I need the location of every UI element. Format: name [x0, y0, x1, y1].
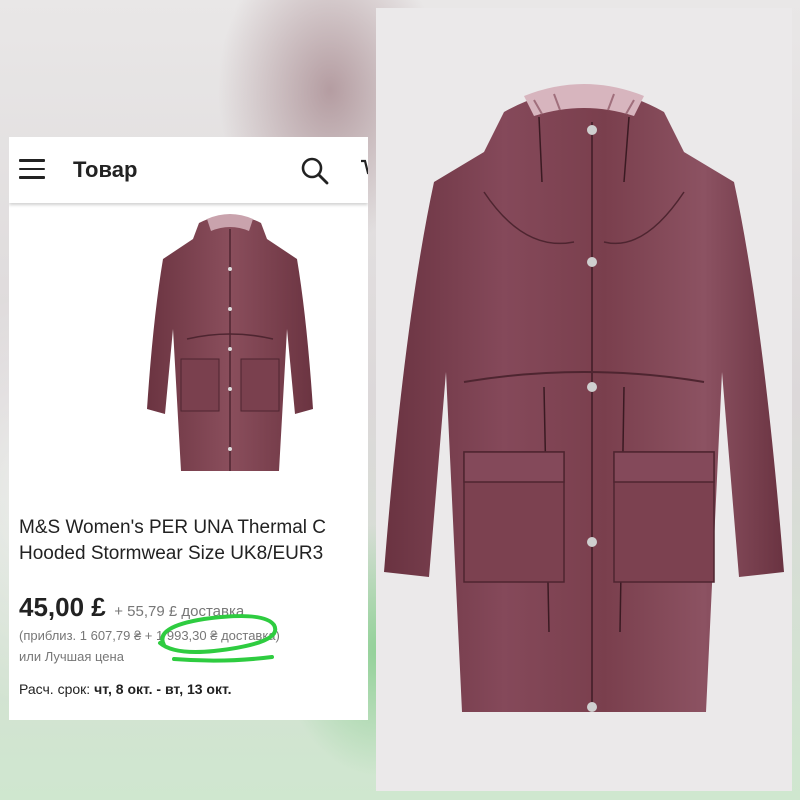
phone-screenshot: Товар M&S Women's PER UNA Thermal C Hood… [9, 137, 368, 720]
hamburger-menu-icon[interactable] [19, 159, 45, 179]
shipping-cost: + 55,79 £ доставка [114, 603, 245, 620]
price-row: 45,00 £ + 55,79 £ доставка [19, 592, 244, 623]
cart-icon[interactable] [359, 157, 368, 181]
best-offer: или Лучшая цена [19, 649, 124, 664]
product-image[interactable] [147, 209, 313, 479]
search-icon[interactable] [299, 155, 331, 187]
price: 45,00 £ [19, 592, 106, 622]
large-product-image [384, 84, 784, 712]
delivery-estimate: Расч. срок: чт, 8 окт. - вт, 13 окт. [19, 681, 232, 697]
page-title: Товар [73, 157, 138, 182]
product-title[interactable]: M&S Women's PER UNA Thermal C Hooded Sto… [19, 515, 368, 567]
large-product-image-panel [376, 8, 792, 791]
approx-price: (приблиз. 1 607,79 ₴ + 1 993,30 ₴ достав… [19, 628, 280, 643]
app-bar: Товар [9, 137, 368, 203]
